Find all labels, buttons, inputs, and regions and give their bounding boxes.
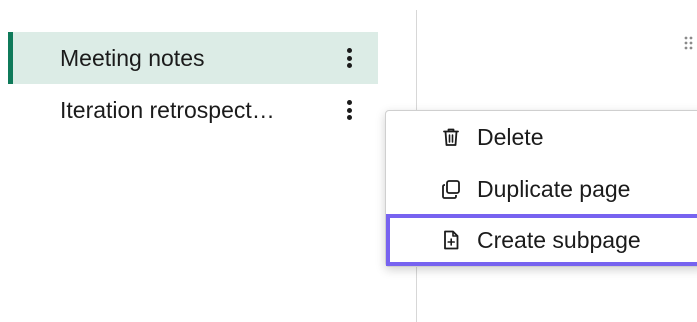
duplicate-icon <box>442 180 460 199</box>
menu-item-duplicate-page[interactable]: Duplicate page <box>386 163 697 215</box>
menu-item-delete[interactable]: Delete <box>386 111 697 163</box>
more-options-icon[interactable] <box>342 46 356 70</box>
app-root: Meeting notes Iteration retrospect… Dele… <box>0 0 697 322</box>
drag-handle-icon[interactable] <box>684 35 694 53</box>
add-page-icon <box>444 230 459 250</box>
page-item-label: Iteration retrospect… <box>60 96 275 123</box>
page-item-iteration-retrospective[interactable]: Iteration retrospect… <box>8 84 378 136</box>
menu-item-label: Delete <box>477 123 544 150</box>
trash-icon <box>443 128 459 146</box>
more-options-icon[interactable] <box>342 98 356 122</box>
page-item-label: Meeting notes <box>60 44 205 71</box>
page-context-menu: Delete Duplicate page Create subpage <box>385 110 697 267</box>
menu-item-label: Create subpage <box>477 226 641 253</box>
page-item-meeting-notes[interactable]: Meeting notes <box>8 32 378 84</box>
menu-item-create-subpage[interactable]: Create subpage <box>386 214 697 266</box>
menu-item-label: Duplicate page <box>477 175 631 202</box>
